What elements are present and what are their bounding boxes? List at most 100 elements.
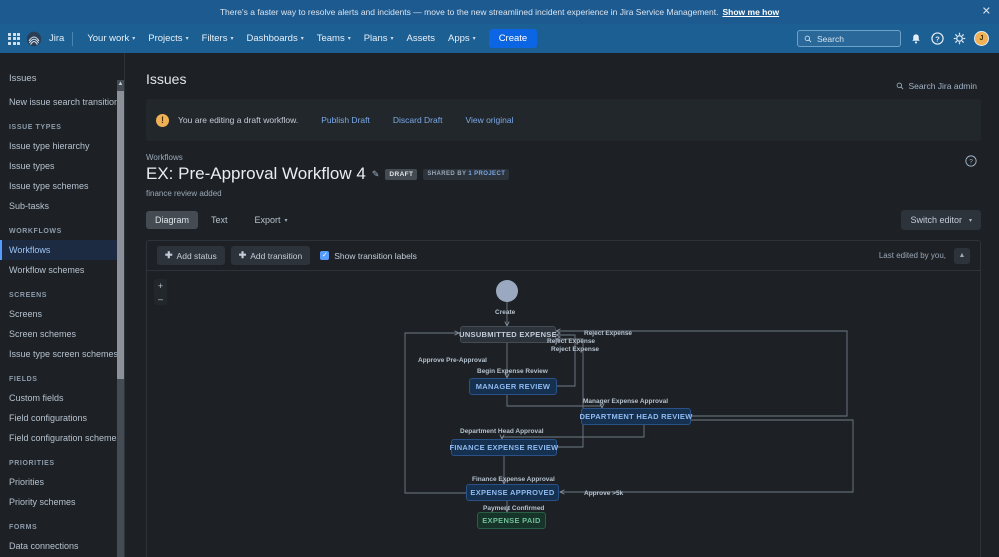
status-node-expense-paid[interactable]: EXPENSE PAID [477, 512, 546, 529]
add-status-button[interactable]: ✚ Add status [157, 246, 225, 265]
sidebar-item-data-connections[interactable]: Data connections [0, 536, 124, 556]
avatar[interactable]: J [974, 31, 989, 46]
sidebar-item-priority-schemes[interactable]: Priority schemes [0, 492, 124, 512]
shared-by-badge[interactable]: SHARED BY 1 PROJECT [423, 168, 510, 180]
notifications-bell-icon[interactable] [908, 31, 923, 46]
announcement-banner: There's a faster way to resolve alerts a… [0, 0, 999, 24]
transition-label-manager-expense-approval[interactable]: Manager Expense Approval [583, 398, 668, 405]
tab-text[interactable]: Text [202, 211, 237, 229]
last-edited-text: Last edited by you, [878, 251, 946, 260]
close-icon[interactable]: ✕ [982, 6, 991, 18]
search-icon [804, 35, 812, 42]
announcement-text: There's a faster way to resolve alerts a… [219, 7, 719, 17]
sidebar-item-priorities[interactable]: Priorities [0, 472, 124, 492]
zoom-in-button[interactable]: + [154, 279, 167, 292]
chevron-down-icon: ▾ [185, 36, 189, 42]
sidebar-item-issue-types[interactable]: Issue types [0, 156, 124, 176]
sidebar-section-issue-types: ISSUE TYPES [9, 124, 62, 131]
status-node-department-head-review[interactable]: DEPARTMENT HEAD REVIEW [579, 408, 692, 425]
sidebar-item-sub-tasks[interactable]: Sub-tasks [0, 196, 124, 216]
help-icon[interactable]: ? [930, 31, 945, 46]
workflow-start-node[interactable] [496, 280, 518, 302]
sidebar-item-new-issue-search-transition[interactable]: New issue search transition [0, 92, 124, 112]
sidebar-item-issue-type-screen-schemes[interactable]: Issue type screen schemes [0, 344, 124, 364]
nav-label: Apps [448, 33, 470, 44]
nav-label: Plans [363, 33, 388, 44]
svg-text:?: ? [969, 159, 973, 166]
search-jira-admin-button[interactable]: Search Jira admin [896, 81, 977, 91]
nav-label: Projects [148, 33, 183, 44]
zoom-out-button[interactable]: – [154, 292, 167, 305]
sidebar-scrollbar-thumb[interactable] [117, 91, 124, 379]
nav-filters[interactable]: Filters ▾ [196, 29, 240, 48]
transition-label-begin-expense-review[interactable]: Begin Expense Review [477, 368, 548, 375]
workflow-title-row: EX: Pre-Approval Workflow 4 ✎ DRAFT SHAR… [146, 164, 981, 184]
sidebar-item-field-configurations[interactable]: Field configurations [0, 408, 124, 428]
nav-plans[interactable]: Plans ▾ [358, 29, 400, 48]
sidebar-item-field-configuration-schemes[interactable]: Field configuration schemes [0, 428, 124, 448]
top-navigation: Jira Your work ▾ Projects ▾ Filters ▾ Da… [0, 24, 999, 53]
page-title: Issues [146, 71, 187, 87]
sidebar-item-workflows[interactable]: Workflows [0, 240, 124, 260]
sidebar-section-screens: SCREENS [9, 292, 48, 299]
app-switcher-icon[interactable] [8, 32, 20, 45]
status-node-manager-review[interactable]: MANAGER REVIEW [469, 378, 557, 395]
nav-assets[interactable]: Assets [401, 29, 442, 48]
nav-your-work[interactable]: Your work ▾ [81, 29, 141, 48]
workflow-canvas[interactable]: + – UNSUBMITTED EXPENSE MANAGER REVIEW D… [147, 271, 980, 557]
chevron-down-icon: ▾ [390, 36, 394, 42]
transition-label-reject-expense-manager[interactable]: Reject Expense [547, 338, 595, 345]
edit-pencil-icon[interactable]: ✎ [372, 169, 380, 180]
settings-gear-icon[interactable] [952, 31, 967, 46]
nav-projects[interactable]: Projects ▾ [142, 29, 194, 48]
publish-draft-link[interactable]: Publish Draft [321, 115, 370, 125]
switch-editor-button[interactable]: Switch editor ▾ [901, 210, 981, 230]
show-me-how-link[interactable]: Show me how [722, 7, 779, 17]
tab-diagram[interactable]: Diagram [146, 211, 199, 229]
transition-label-department-head-approval[interactable]: Department Head Approval [460, 428, 544, 435]
discard-draft-link[interactable]: Discard Draft [393, 115, 443, 125]
transition-label-approve-5k[interactable]: Approve >5k [584, 490, 623, 497]
sidebar-item-issue-type-hierarchy[interactable]: Issue type hierarchy [0, 136, 124, 156]
export-button[interactable]: Export ▾ [247, 211, 296, 229]
sidebar-item-workflow-schemes[interactable]: Workflow schemes [0, 260, 124, 280]
view-original-link[interactable]: View original [465, 115, 513, 125]
transition-label-reject-expense-finance[interactable]: Reject Expense [551, 346, 599, 353]
jira-logo-icon[interactable] [26, 31, 42, 47]
warning-icon: ! [156, 113, 169, 127]
scroll-up-icon[interactable]: ▲ [117, 80, 124, 89]
transition-label-payment-confirmed[interactable]: Payment Confirmed [483, 505, 544, 512]
nav-teams[interactable]: Teams ▾ [311, 29, 357, 48]
nav-dashboards[interactable]: Dashboards ▾ [240, 29, 309, 48]
sidebar-item-screen-schemes[interactable]: Screen schemes [0, 324, 124, 344]
transition-label-create[interactable]: Create [495, 309, 515, 316]
sidebar-item-custom-fields[interactable]: Custom fields [0, 388, 124, 408]
add-transition-button[interactable]: ✚ Add transition [230, 246, 311, 265]
status-node-unsubmitted-expense[interactable]: UNSUBMITTED EXPENSE [459, 326, 557, 343]
collapse-toolbar-button[interactable]: ▲ [954, 247, 970, 264]
shared-prefix: SHARED BY [427, 171, 469, 177]
page-help-icon[interactable]: ? [965, 154, 977, 172]
status-badge-draft: DRAFT [385, 168, 418, 180]
create-button[interactable]: Create [488, 29, 538, 48]
workflow-title: EX: Pre-Approval Workflow 4 [146, 164, 366, 183]
status-node-expense-approved[interactable]: EXPENSE APPROVED [466, 484, 559, 501]
shared-project-count: 1 PROJECT [468, 171, 506, 177]
export-label: Export [254, 215, 281, 225]
chevron-down-icon: ▾ [132, 36, 136, 42]
plus-icon: ✚ [165, 250, 173, 260]
nav-apps[interactable]: Apps ▾ [442, 29, 482, 48]
transition-label-finance-expense-approval[interactable]: Finance Expense Approval [472, 476, 555, 483]
sidebar-item-issue-type-schemes[interactable]: Issue type schemes [0, 176, 124, 196]
sidebar-item-screens[interactable]: Screens [0, 304, 124, 324]
sidebar-section-workflows: WORKFLOWS [9, 228, 62, 235]
add-status-label: Add status [176, 250, 217, 261]
transition-label-reject-expense-dept[interactable]: Reject Expense [584, 330, 632, 337]
breadcrumb[interactable]: Workflows [146, 153, 981, 162]
transition-label-approve-pre-approval[interactable]: Approve Pre-Approval [418, 357, 487, 364]
show-transition-labels-toggle[interactable]: ✓ Show transition labels [320, 251, 417, 261]
search-input[interactable]: Search [797, 30, 901, 47]
topnav-right-group: Search ? J [797, 30, 991, 47]
status-node-finance-expense-review[interactable]: FINANCE EXPENSE REVIEW [449, 439, 558, 456]
brand-label[interactable]: Jira [49, 33, 64, 44]
